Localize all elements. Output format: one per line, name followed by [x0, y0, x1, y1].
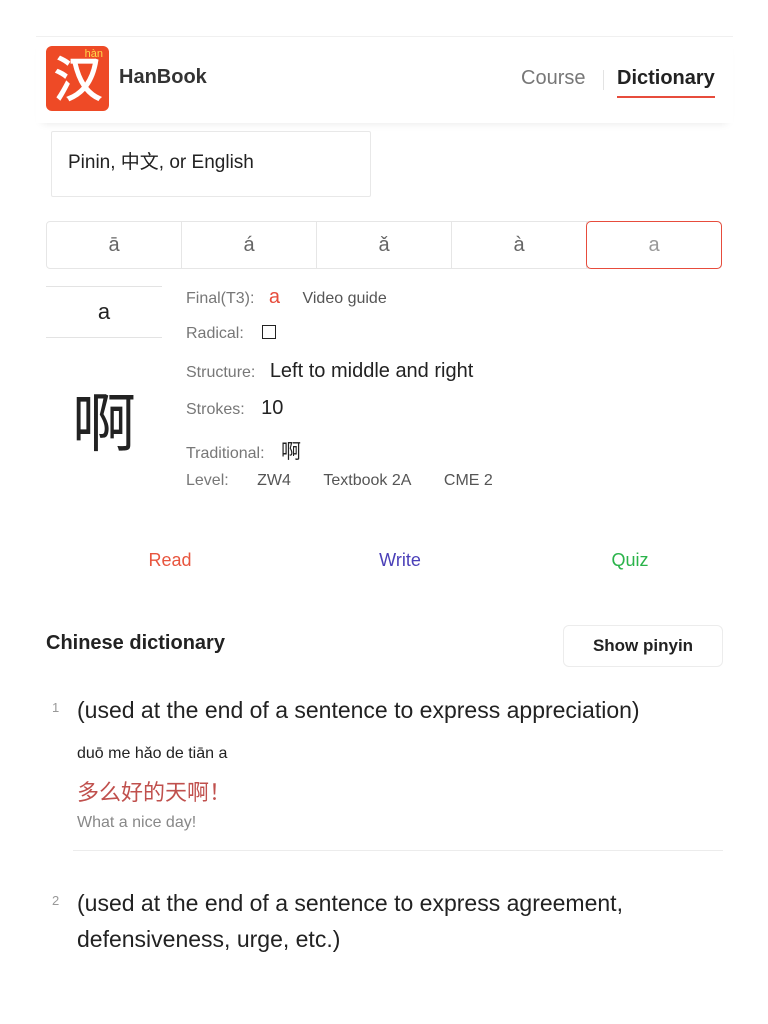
- search-input[interactable]: [68, 152, 358, 174]
- tone-3-button[interactable]: ǎ: [317, 222, 452, 268]
- strokes-label: Strokes:: [186, 401, 245, 418]
- traditional-value: 啊: [281, 439, 302, 463]
- level-tag: CME 2: [443, 472, 493, 489]
- definition-text-line: defensiveness, urge, etc.): [77, 926, 341, 952]
- character-hanzi: 啊: [72, 388, 136, 462]
- write-button[interactable]: Write: [340, 550, 460, 571]
- tone-1-button[interactable]: ā: [47, 222, 182, 268]
- definition-divider: [73, 850, 723, 851]
- level-row: Level: ZW4 Textbook 2A CME 2: [186, 472, 493, 490]
- radical-row: Radical:: [186, 325, 277, 343]
- tone-neutral-button[interactable]: a: [586, 221, 722, 269]
- nav-course-link[interactable]: Course: [521, 67, 585, 90]
- tone-selector: ā á ǎ à a: [46, 221, 722, 269]
- definition-number: 1: [52, 700, 60, 715]
- traditional-row: Traditional: 啊: [186, 435, 301, 464]
- logo-pinyin: hàn: [84, 48, 103, 60]
- hanbook-logo[interactable]: 汉 hàn: [46, 46, 109, 111]
- final-label: Final(T3):: [186, 290, 255, 307]
- logo-hanzi: 汉: [53, 52, 102, 108]
- example-hanzi[interactable]: 多么好的天啊！: [77, 775, 231, 807]
- final-row: Final(T3): a Video guide: [186, 286, 387, 309]
- example-translation: What a nice day!: [77, 814, 197, 831]
- level-tag: Textbook 2A: [323, 472, 412, 489]
- nav-dictionary-link[interactable]: Dictionary: [617, 67, 715, 98]
- structure-label: Structure:: [186, 364, 256, 381]
- video-guide-link[interactable]: Video guide: [302, 290, 386, 307]
- definition-text: (used at the end of a sentence to expres…: [77, 697, 640, 723]
- tone-4-button[interactable]: à: [452, 222, 587, 268]
- radical-box-icon: [262, 325, 277, 339]
- tone-2-button[interactable]: á: [182, 222, 317, 268]
- level-label: Level:: [186, 472, 229, 489]
- show-pinyin-button[interactable]: Show pinyin: [563, 625, 723, 667]
- example-pinyin: duō me hǎo de tiān a: [77, 745, 228, 762]
- app-name[interactable]: HanBook: [119, 66, 207, 89]
- quiz-button[interactable]: Quiz: [570, 550, 690, 571]
- definition-text-line: (used at the end of a sentence to expres…: [77, 890, 623, 916]
- search-box: [51, 131, 371, 197]
- structure-value: Left to middle and right: [269, 360, 474, 382]
- radical-label: Radical:: [186, 325, 244, 342]
- level-tag: ZW4: [257, 472, 291, 489]
- nav-separator: [603, 70, 604, 90]
- dictionary-title: Chinese dictionary: [46, 632, 225, 654]
- strokes-row: Strokes: 10: [186, 397, 283, 420]
- strokes-value: 10: [261, 397, 284, 419]
- structure-row: Structure: Left to middle and right: [186, 360, 473, 383]
- read-button[interactable]: Read: [110, 550, 230, 571]
- traditional-label: Traditional:: [186, 445, 265, 462]
- final-value: a: [268, 286, 281, 308]
- definition-number: 2: [52, 893, 60, 908]
- character-pinyin: a: [46, 286, 162, 338]
